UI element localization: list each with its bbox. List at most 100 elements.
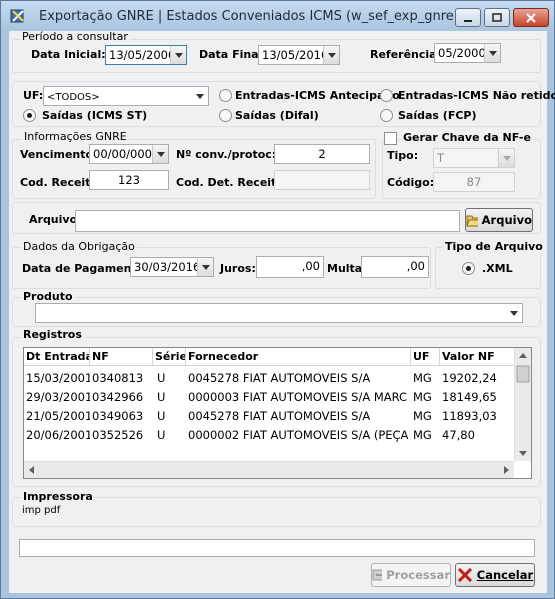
- cell-serie: U: [157, 409, 166, 423]
- cancelar-label: Cancelar: [476, 568, 534, 582]
- juros-input[interactable]: ,00: [256, 256, 324, 278]
- uf-select[interactable]: <TODOS>: [43, 86, 209, 106]
- cell-dt-entrada: 20/06/2001: [26, 428, 90, 442]
- codigo-input[interactable]: 87: [433, 172, 515, 192]
- cell-valor-nf: 18149,65: [442, 390, 497, 404]
- radio-xml[interactable]: [462, 262, 475, 275]
- tipo-label: Tipo:: [387, 149, 419, 162]
- impressora-value: imp pdf: [22, 505, 61, 516]
- vertical-scrollbar[interactable]: [514, 348, 531, 461]
- saidas-difal-label: Saídas (Difal): [235, 109, 319, 122]
- gerar-chave-checkbox[interactable]: [384, 132, 397, 145]
- cell-fornecedor: 0045278 FIAT AUTOMOVEIS S/A: [188, 409, 371, 423]
- cod-receita-value: 123: [118, 173, 140, 187]
- chevron-down-icon[interactable]: [498, 149, 514, 167]
- juros-value: ,00: [301, 259, 320, 273]
- cancel-icon: [457, 568, 472, 582]
- produto-select[interactable]: [35, 303, 523, 323]
- radio-entradas-nao-retido[interactable]: [380, 89, 393, 102]
- entradas-antecipado-label: Entradas-ICMS Antecipado: [235, 89, 400, 102]
- registros-group-label: Registros: [21, 328, 84, 341]
- produto-group-label: Produto: [21, 290, 75, 303]
- cell-uf: MG: [413, 409, 432, 423]
- title-bar[interactable]: Exportação GNRE | Estados Conveniados IC…: [1, 1, 554, 31]
- processar-button[interactable]: Processar: [371, 563, 451, 587]
- uf-value: <TODOS>: [47, 92, 100, 103]
- column-header[interactable]: Valor NF: [440, 348, 515, 365]
- arquivo-button[interactable]: Arquivo: [465, 208, 533, 232]
- table-row[interactable]: 15/03/2001 0340813 U 0045278 FIAT AUTOMO…: [24, 369, 515, 388]
- column-header[interactable]: UF: [411, 348, 440, 365]
- radio-saidas-difal[interactable]: [219, 109, 232, 122]
- radio-entradas-antecipado[interactable]: [219, 89, 232, 102]
- juros-label: Juros:: [220, 262, 256, 275]
- minimize-button[interactable]: [455, 8, 481, 27]
- app-window: Exportação GNRE | Estados Conveniados IC…: [0, 0, 555, 599]
- chevron-down-icon[interactable]: [152, 145, 168, 163]
- entradas-nao-retido-label: Entradas-ICMS Não retido: [398, 89, 555, 102]
- cell-nf: 0342966: [92, 390, 144, 404]
- gerar-chave-label: Gerar Chave da NF-e: [401, 131, 533, 144]
- data-pagamento-value: 30/03/2016: [134, 260, 201, 274]
- scrollbar-arrows-icon: [516, 353, 530, 456]
- cancelar-button[interactable]: Cancelar: [455, 563, 535, 587]
- cell-serie: U: [157, 371, 166, 385]
- column-header[interactable]: Dt Entrada: [24, 348, 90, 365]
- cell-fornecedor: 0000002 FIAT AUTOMOVEIS S/A (PEÇA: [188, 428, 409, 442]
- cell-nf: 0340813: [92, 371, 144, 385]
- xml-label: .XML: [482, 262, 513, 275]
- vencimento-label: Vencimento:: [20, 148, 98, 161]
- chevron-down-icon[interactable]: [170, 46, 186, 64]
- column-header[interactable]: Série: [153, 348, 186, 365]
- data-final-input[interactable]: 13/05/2016: [258, 45, 340, 65]
- column-header[interactable]: Fornecedor: [186, 348, 411, 365]
- process-icon: [372, 569, 383, 581]
- cod-receita-input[interactable]: 123: [89, 170, 169, 190]
- chevron-down-icon[interactable]: [506, 304, 522, 322]
- cell-nf: 0349063: [92, 409, 144, 423]
- registros-table[interactable]: Dt Entrada NF Série Fornecedor UF Valor …: [23, 347, 532, 479]
- cell-serie: U: [157, 428, 166, 442]
- vencimento-value: 00/00/0000: [93, 147, 160, 161]
- radio-saidas-fcp[interactable]: [380, 109, 393, 122]
- periodo-group-label: Período a consultar: [20, 30, 130, 43]
- gnre-group-label: Informações GNRE: [22, 130, 129, 143]
- close-button[interactable]: [513, 8, 549, 27]
- cod-det-receita-input[interactable]: [274, 170, 370, 190]
- cell-dt-entrada: 15/03/2001: [26, 371, 90, 385]
- vencimento-input[interactable]: 00/00/0000: [89, 144, 169, 164]
- data-final-label: Data Final:: [199, 48, 267, 61]
- maximize-button[interactable]: [484, 8, 510, 27]
- column-header[interactable]: NF: [90, 348, 153, 365]
- data-pagamento-input[interactable]: 30/03/2016: [130, 257, 214, 277]
- cell-uf: MG: [413, 390, 432, 404]
- conv-protoc-value: 2: [318, 147, 326, 161]
- referencia-input[interactable]: 05/2000: [434, 43, 501, 63]
- scrollbar-arrows-icon: [29, 466, 509, 474]
- data-inicial-label: Data Inicial:: [31, 48, 106, 61]
- table-row[interactable]: 21/05/2001 0349063 U 0045278 FIAT AUTOMO…: [24, 407, 515, 426]
- folder-open-icon: [466, 215, 478, 227]
- chevron-down-icon[interactable]: [484, 44, 500, 62]
- multa-input[interactable]: ,00: [361, 256, 429, 278]
- table-row[interactable]: 20/06/2001 0352526 U 0000002 FIAT AUTOMO…: [24, 426, 515, 445]
- cell-fornecedor: 0045278 FIAT AUTOMOVEIS S/A: [188, 371, 371, 385]
- horizontal-scrollbar[interactable]: [24, 461, 514, 478]
- minimize-icon: [464, 19, 472, 22]
- status-field[interactable]: [19, 539, 535, 557]
- impressora-group-label: Impressora: [21, 490, 95, 503]
- cell-uf: MG: [413, 428, 432, 442]
- chevron-down-icon[interactable]: [192, 87, 208, 105]
- close-icon: [526, 12, 536, 23]
- data-inicial-input[interactable]: 13/05/2000: [105, 45, 187, 65]
- tipo-select[interactable]: T: [433, 148, 515, 168]
- table-row[interactable]: 29/03/2001 0342966 U 0000003 FIAT AUTOMO…: [24, 388, 515, 407]
- radio-saidas-st[interactable]: [23, 109, 36, 122]
- codigo-value: 87: [466, 175, 482, 189]
- arquivo-input[interactable]: [75, 210, 460, 232]
- chevron-down-icon[interactable]: [323, 46, 339, 64]
- app-icon: [9, 7, 27, 25]
- arquivo-label: Arquivo:: [29, 213, 82, 226]
- conv-protoc-input[interactable]: 2: [274, 144, 370, 164]
- chevron-down-icon[interactable]: [197, 258, 213, 276]
